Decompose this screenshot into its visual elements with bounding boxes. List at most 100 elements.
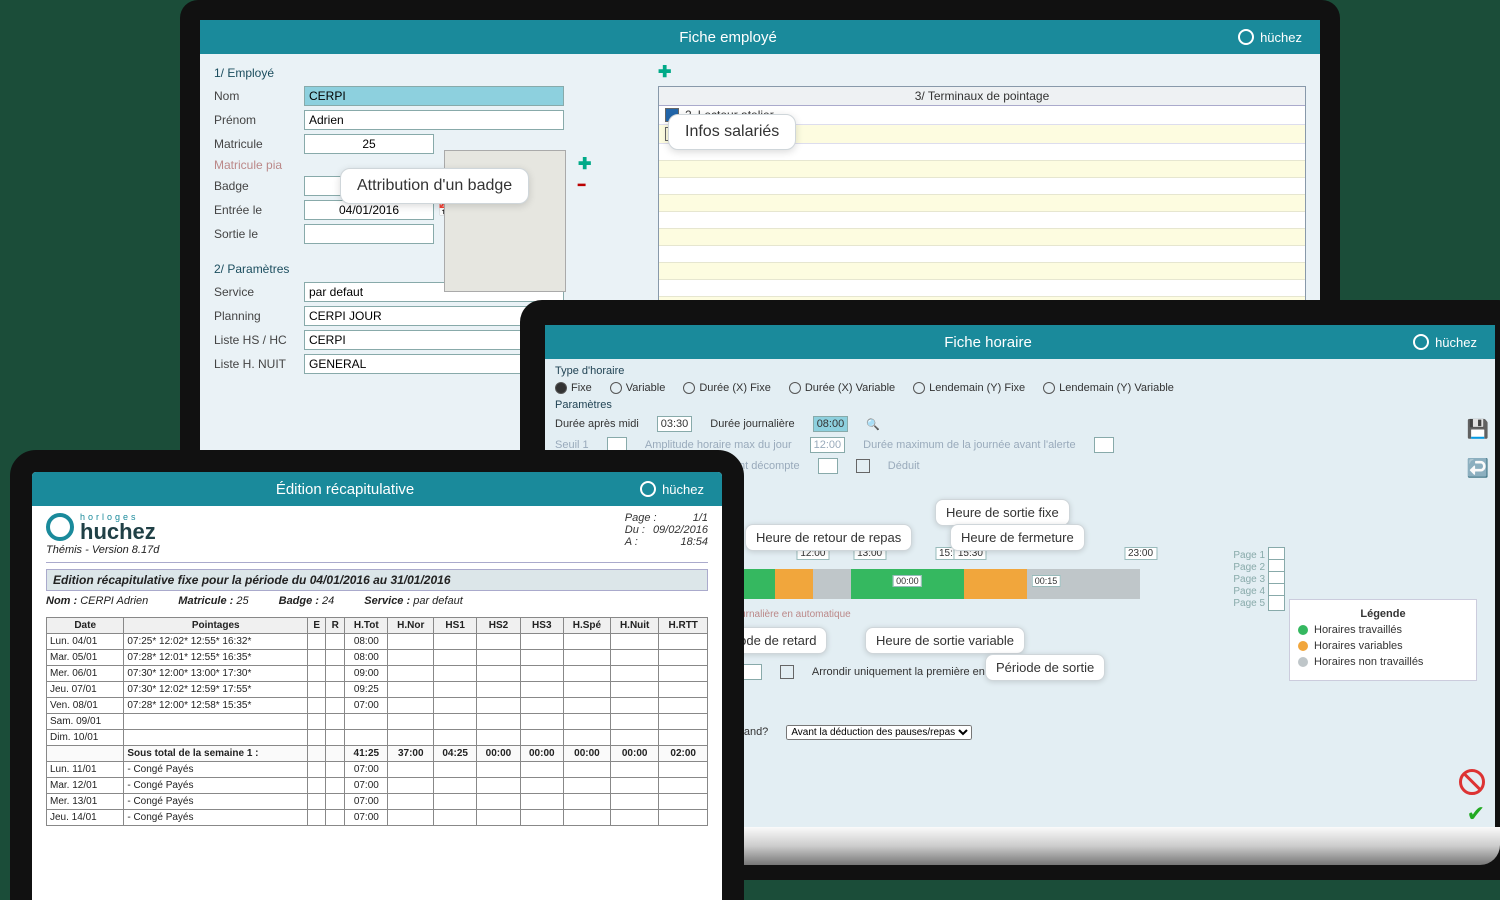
radio-type-horaire[interactable]: Variable	[610, 382, 666, 394]
window-title: Fiche employé	[218, 29, 1238, 46]
group-parametres: 2/ Paramètres	[214, 262, 644, 276]
callout-periode-sortie: Période de sortie	[985, 654, 1105, 681]
legend: Légende Horaires travaillés Horaires vari…	[1289, 599, 1477, 681]
input-prenom[interactable]	[304, 110, 564, 130]
add-photo-icon[interactable]: ✚	[578, 154, 591, 174]
label-listenuit: Liste H. NUIT	[214, 357, 304, 371]
callout-badge: Attribution d'un badge	[340, 168, 529, 204]
label-deduit: Déduit	[888, 460, 920, 472]
input-duree-apres-midi[interactable]: 03:30	[657, 416, 693, 432]
remove-photo-icon[interactable]: ━	[578, 178, 585, 192]
add-terminal-icon[interactable]: ✚	[658, 62, 671, 82]
titlebar: Fiche employé hüchez	[200, 20, 1320, 54]
callout-fermeture: Heure de fermeture	[950, 524, 1085, 551]
report-logo: horloges huchez Thémis - Version 8.17d	[46, 512, 159, 556]
select-quand[interactable]: Avant la déduction des pauses/repas	[786, 725, 972, 740]
radio-type-horaire[interactable]: Lendemain (Y) Variable	[1043, 382, 1174, 394]
input-duree-journaliere[interactable]: 08:00	[813, 416, 849, 432]
brand-logo: hüchez	[640, 481, 704, 497]
table-header: HS1	[434, 618, 477, 634]
label-sortie: Sortie le	[214, 227, 304, 241]
brand-logo: hüchez	[1238, 29, 1302, 45]
table-row: Mar. 05/0107:28* 12:01* 12:55* 16:35* 08…	[47, 650, 708, 666]
label-badge: Badge	[214, 179, 304, 193]
undo-icon[interactable]: ↩️	[1467, 458, 1489, 479]
parametres-label: Paramètres	[555, 399, 1485, 411]
titlebar: Édition récapitulative hüchez	[32, 472, 722, 506]
timeline-segment	[813, 569, 851, 599]
table-row: Jeu. 07/0107:30* 12:02* 12:59* 17:55* 09…	[47, 682, 708, 698]
table-header: H.Nor	[388, 618, 434, 634]
table-header: H.Nuit	[610, 618, 658, 634]
report-period: Edition récapitulative fixe pour la péri…	[46, 569, 708, 591]
table-header: Date	[47, 618, 124, 634]
input-sortie[interactable]	[304, 224, 434, 244]
radio-type-horaire[interactable]: Fixe	[555, 382, 592, 394]
table-subtotal-row: Sous total de la semaine 1 :41:2537:0004…	[47, 746, 708, 762]
window-title: Fiche horaire	[563, 334, 1413, 351]
table-row: Mar. 12/01- Congé Payés 07:00	[47, 778, 708, 794]
window-title: Édition récapitulative	[50, 481, 640, 498]
radio-type-horaire[interactable]: Durée (X) Fixe	[683, 382, 771, 394]
legend-row: Horaires variables	[1298, 640, 1468, 652]
logo-icon	[46, 513, 74, 541]
table-row: Dim. 10/01	[47, 730, 708, 746]
label-entree: Entrée le	[214, 203, 304, 217]
input-seuil[interactable]	[742, 664, 762, 680]
label-listehs: Liste HS / HC	[214, 333, 304, 347]
legend-row: Horaires travaillés	[1298, 624, 1468, 636]
legend-title: Légende	[1298, 608, 1468, 620]
label-prenom: Prénom	[214, 113, 304, 127]
timeline-value: 00:15	[1032, 575, 1061, 587]
label-matricule: Matricule	[214, 137, 304, 151]
type-horaire-label: Type d'horaire	[555, 365, 1485, 377]
table-header: E	[308, 618, 326, 634]
timeline-value: 00:00	[893, 575, 922, 587]
timeline-mark: 23:00	[1124, 547, 1157, 560]
checkbox-deduit[interactable]	[856, 459, 870, 473]
page-slot[interactable]: Page 5	[1233, 597, 1285, 609]
table-row: Lun. 11/01- Congé Payés 07:00	[47, 762, 708, 778]
table-row: Ven. 08/0107:28* 12:00* 12:58* 15:35* 07…	[47, 698, 708, 714]
table-header: HS2	[477, 618, 520, 634]
input-duree-min[interactable]	[818, 458, 838, 474]
table-row: Jeu. 14/01- Congé Payés 07:00	[47, 810, 708, 826]
label-duree-apres-midi: Durée après midi	[555, 418, 639, 430]
logo-icon	[1413, 334, 1429, 350]
legend-row: Horaires non travaillés	[1298, 656, 1468, 668]
table-row: Mer. 06/0107:30* 12:00* 13:00* 17:30* 09…	[47, 666, 708, 682]
forbidden-icon[interactable]	[1459, 769, 1485, 795]
table-header: R	[326, 618, 345, 634]
table-header: HS3	[520, 618, 563, 634]
search-icon[interactable]: 🔍	[866, 418, 880, 431]
side-toolbar: 💾 ↩️	[1467, 419, 1489, 479]
brand-logo: hüchez	[1413, 334, 1477, 350]
table-row: Lun. 04/0107:25* 12:02* 12:55* 16:32* 08…	[47, 634, 708, 650]
report-header-info: Nom : CERPI Adrien Matricule : 25 Badge …	[46, 595, 708, 607]
timeline-segment	[775, 569, 813, 599]
titlebar: Fiche horaire hüchez	[545, 325, 1495, 359]
callout-retour-repas: Heure de retour de repas	[745, 524, 912, 551]
label-matpia: Matricule pia	[214, 158, 304, 172]
label-duree-journaliere: Durée journalière	[710, 418, 794, 430]
timeline-segment	[964, 569, 1027, 599]
input-amplitude[interactable]: 12:00	[810, 437, 846, 453]
report-meta: Page : 1/1 Du : 09/02/2016 A : 18:54	[625, 512, 708, 556]
terminals-header: 3/ Terminaux de pointage	[659, 87, 1305, 106]
table-row: Sam. 09/01	[47, 714, 708, 730]
callout-sortie-fixe: Heure de sortie fixe	[935, 499, 1070, 526]
input-matricule[interactable]	[304, 134, 434, 154]
radio-type-horaire[interactable]: Durée (X) Variable	[789, 382, 895, 394]
checkbox-arrondi[interactable]	[780, 665, 794, 679]
radio-type-horaire[interactable]: Lendemain (Y) Fixe	[913, 382, 1025, 394]
callout-infos-salaries: Infos salariés	[668, 114, 796, 150]
save-icon[interactable]: 💾	[1467, 419, 1489, 440]
table-header: H.Tot	[345, 618, 388, 634]
label-nom: Nom	[214, 89, 304, 103]
report-version: Thémis - Version 8.17d	[46, 544, 159, 556]
input-duree-max[interactable]	[1094, 437, 1114, 453]
table-header: H.RTT	[659, 618, 708, 634]
table-header: H.Spé	[563, 618, 610, 634]
confirm-icon[interactable]: ✔	[1467, 801, 1485, 827]
input-nom[interactable]	[304, 86, 564, 106]
